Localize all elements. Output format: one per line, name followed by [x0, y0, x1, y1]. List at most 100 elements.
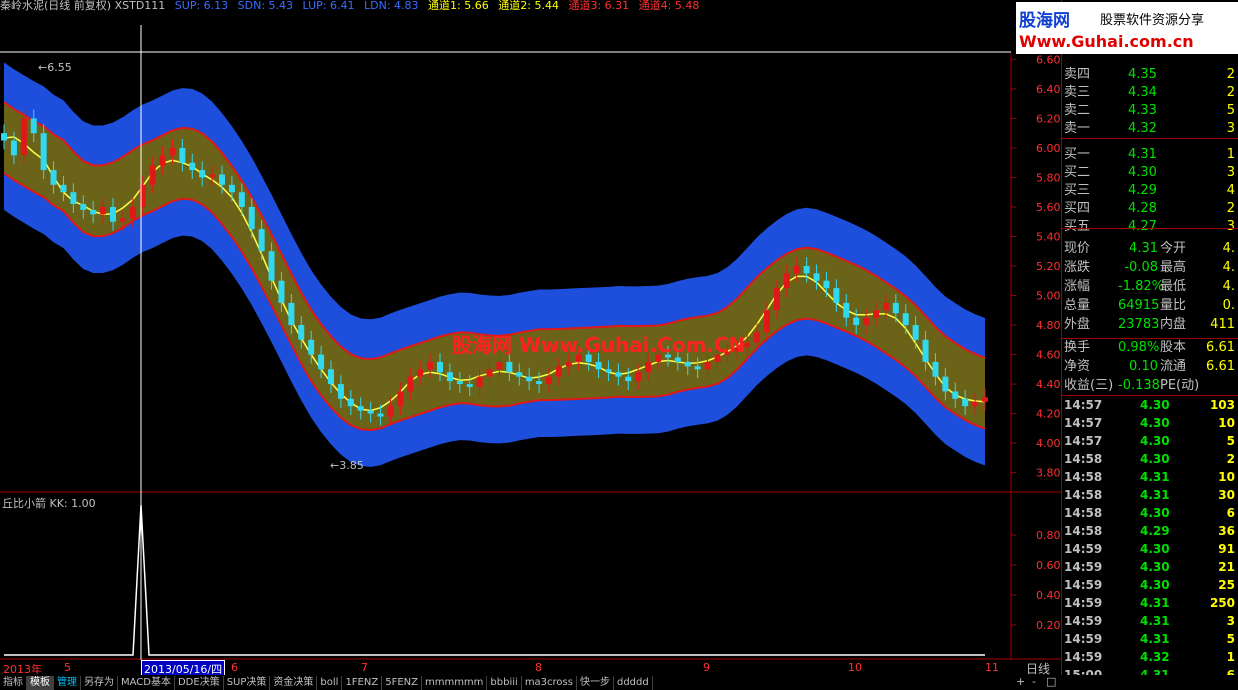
tick-row: 14:59 4.31 250	[1062, 594, 1238, 612]
candle-body	[70, 192, 77, 205]
tick-row: 14:58 4.31 10	[1062, 468, 1238, 486]
indicator-tab[interactable]: ddddd	[614, 676, 653, 690]
orderbook-volume: 2	[1226, 201, 1235, 216]
candle-body	[674, 357, 681, 362]
price-tick-label: 5.00	[1036, 290, 1061, 303]
orderbook-price: 4.27	[1128, 219, 1157, 234]
indicator-tick-label: 0.60	[1036, 559, 1061, 572]
price-chart[interactable]: ←6.55 ←3.85 股海网 Www.Guhai.Com.CN 6.60 6.40 6.…	[0, 0, 1061, 675]
candle-body	[922, 339, 929, 362]
tick-volume: 91	[1218, 542, 1235, 556]
orderbook-price: 4.35	[1128, 67, 1157, 82]
indicator-tab[interactable]: ma3cross	[522, 676, 577, 690]
candle-body	[466, 384, 473, 388]
orderbook-volume: 5	[1226, 103, 1235, 118]
tick-time: 14:58	[1064, 488, 1103, 502]
indicator-tab[interactable]: mmmmmm	[422, 676, 488, 690]
tick-row: 14:58 4.29 36	[1062, 522, 1238, 540]
stats-row: 现价 4.31 今开 4.	[1062, 240, 1238, 258]
indicator-tab[interactable]: 管理	[54, 676, 81, 690]
time-label-sep: 9	[703, 661, 710, 674]
stat-label-2: 最低	[1160, 279, 1187, 294]
orderbook-label: 买三	[1064, 183, 1091, 198]
candle-body	[694, 366, 701, 370]
candle-body	[238, 192, 245, 207]
orderbook-label: 卖三	[1064, 85, 1091, 100]
candle-body	[377, 413, 384, 417]
stat-label-2: 股本	[1160, 340, 1187, 355]
indicator-tab[interactable]: DDE决策	[175, 676, 224, 690]
orderbook-price: 4.30	[1128, 165, 1157, 180]
stat-label: 涨幅	[1064, 279, 1091, 294]
orderbook-price: 4.33	[1128, 103, 1157, 118]
price-tick-label: 4.40	[1036, 378, 1061, 391]
tick-price: 4.30	[1140, 398, 1170, 412]
stat-label-2: 流通	[1160, 359, 1187, 374]
stat-value: 0.98%	[1118, 340, 1160, 355]
stat-value-2: 4.	[1222, 279, 1235, 294]
indicator-tab[interactable]: 1FENZ	[342, 676, 383, 690]
indicator-tab[interactable]: 模板	[27, 676, 54, 690]
tick-price: 4.31	[1140, 632, 1170, 646]
window-control[interactable]: □	[1046, 675, 1056, 689]
stat-label-2: 今开	[1160, 241, 1187, 256]
time-label-jun: 6	[231, 661, 238, 674]
low-marker: ←3.85	[330, 459, 364, 472]
panel-separator	[1062, 138, 1238, 139]
tick-price: 4.32	[1140, 650, 1170, 664]
candle-body	[199, 170, 206, 178]
zoom-in-control[interactable]: +	[1016, 675, 1025, 689]
indicator-tab[interactable]: bbbiii	[487, 676, 522, 690]
indicator-tab[interactable]: 5FENZ	[382, 676, 422, 690]
time-label-oct: 10	[848, 661, 862, 674]
indicator-tab[interactable]: 另存为	[81, 676, 118, 690]
candle-body	[793, 266, 800, 274]
candle-body	[962, 398, 969, 407]
candle-body	[863, 317, 870, 326]
orderbook-volume: 1	[1226, 147, 1235, 162]
candle-body	[902, 313, 909, 326]
stat-value: -0.08	[1124, 260, 1158, 275]
tick-price: 4.31	[1140, 596, 1170, 610]
stat-label-2: 最高	[1160, 260, 1187, 275]
price-tick-label: 6.40	[1036, 83, 1061, 96]
candle-body	[684, 361, 691, 367]
candle-body	[615, 372, 622, 377]
indicator-tab[interactable]: 指标	[0, 676, 27, 690]
time-label-aug: 8	[535, 661, 542, 674]
candle-body	[169, 147, 176, 156]
candle-body	[258, 229, 265, 252]
indicator-tab[interactable]: MACD基本	[118, 676, 175, 690]
tick-volume: 1	[1226, 650, 1235, 664]
tick-row: 14:57 4.30 10	[1062, 414, 1238, 432]
tick-row: 14:59 4.30 91	[1062, 540, 1238, 558]
tick-volume: 103	[1209, 398, 1235, 412]
stat-value-2: 0.	[1222, 298, 1235, 313]
high-marker: ←6.55	[38, 61, 72, 74]
candle-body	[704, 361, 711, 370]
orderbook-volume: 2	[1226, 85, 1235, 100]
zoom-out-control[interactable]: -	[1032, 675, 1036, 689]
indicator-tab[interactable]: SUP决策	[224, 676, 271, 690]
stat-label: 总量	[1064, 298, 1091, 313]
candle-body	[526, 376, 533, 382]
orderbook-price: 4.29	[1128, 183, 1157, 198]
candle-body	[605, 369, 612, 373]
indicator-tab[interactable]: 资金决策	[270, 676, 318, 690]
tick-time: 14:58	[1064, 506, 1103, 520]
candle-body	[1, 133, 7, 141]
tick-volume: 5	[1226, 434, 1235, 448]
price-tick-label: 6.60	[1036, 53, 1061, 66]
indicator-tab[interactable]: boll	[317, 676, 343, 690]
price-tick-label: 4.80	[1036, 319, 1061, 332]
candle-body	[209, 174, 216, 178]
time-label-may: 5	[64, 661, 71, 674]
candle-body	[20, 118, 27, 156]
stat-label: 现价	[1064, 241, 1091, 256]
candle-body	[506, 361, 513, 373]
tick-price: 4.31	[1140, 488, 1170, 502]
stat-label: 换手	[1064, 340, 1091, 355]
candle-body	[437, 361, 443, 373]
stats-row: 涨跌 -0.08 最高 4.	[1062, 259, 1238, 277]
indicator-tab[interactable]: 快一步	[577, 676, 614, 690]
